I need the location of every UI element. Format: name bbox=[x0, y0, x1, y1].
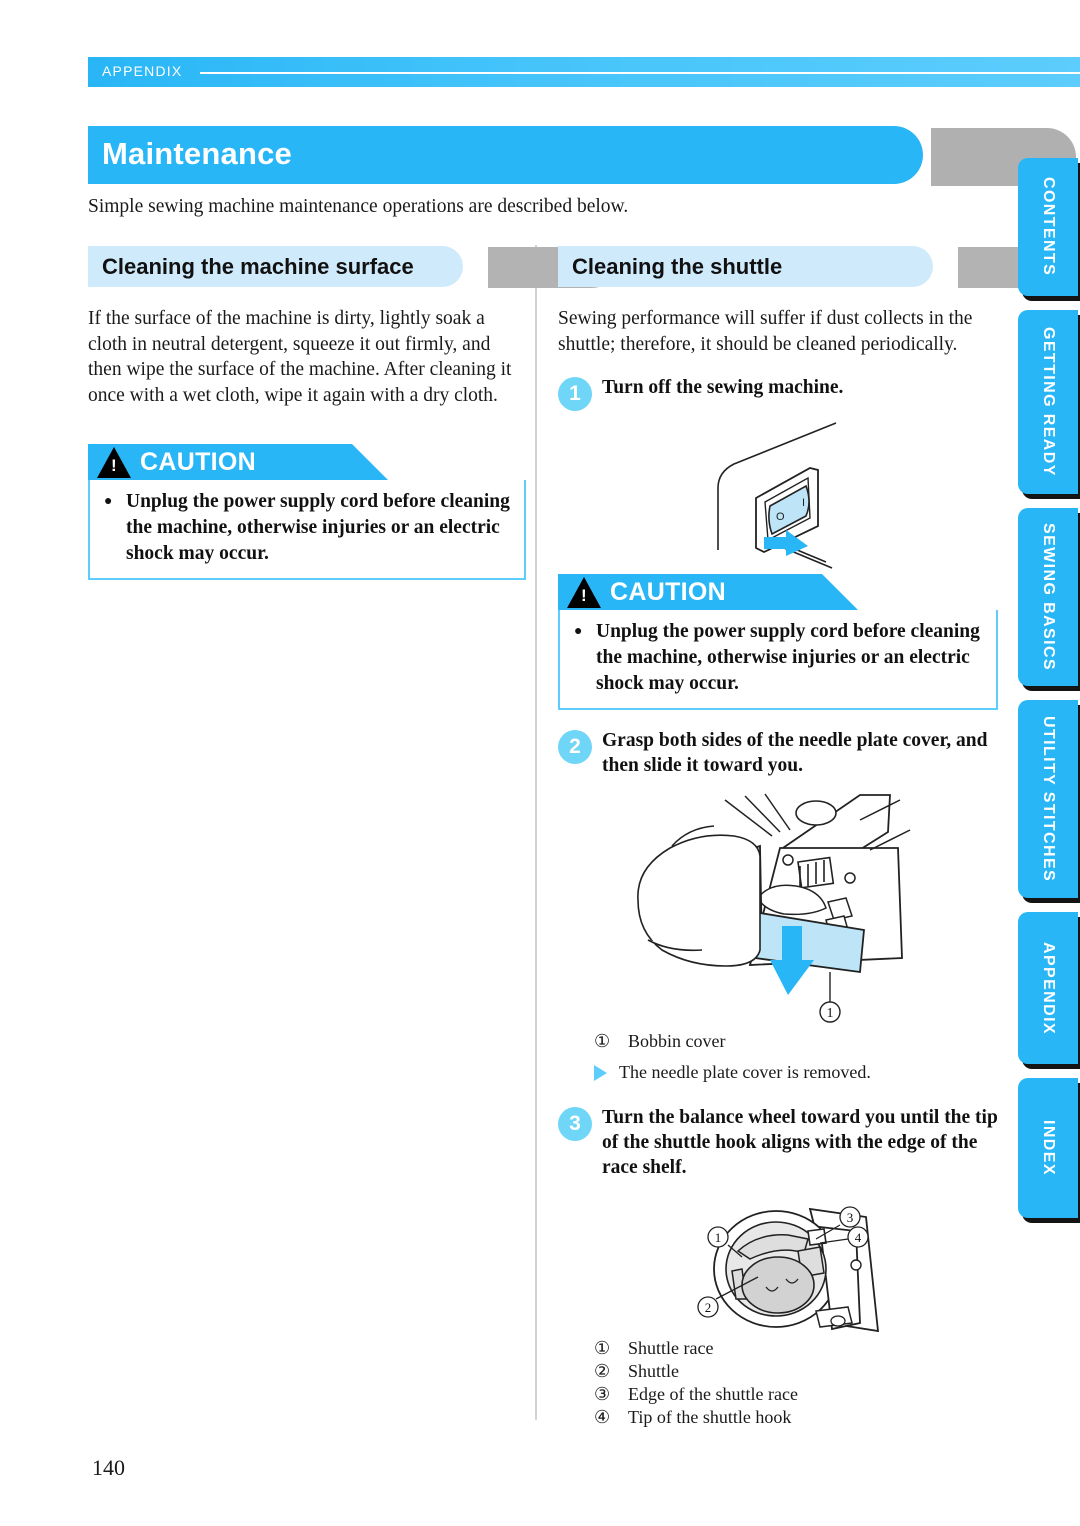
shuttle-race-illustration: 1 2 3 4 bbox=[697, 1206, 880, 1333]
shuttle-callout-list: ① Shuttle race ② Shuttle ③ Edge of the s… bbox=[594, 1337, 994, 1429]
caution-box-right: ! CAUTION Unplug the power supply cord b… bbox=[558, 574, 998, 710]
result-note: The needle plate cover is removed. bbox=[594, 1060, 994, 1084]
side-tab-sewing-basics[interactable]: SEWING BASICS bbox=[1018, 508, 1078, 686]
callout-text: Edge of the shuttle race bbox=[628, 1384, 798, 1404]
side-tab-contents[interactable]: CONTENTS bbox=[1018, 158, 1078, 296]
callout-text: Tip of the shuttle hook bbox=[628, 1407, 792, 1427]
left-column-body: If the surface of the machine is dirty, … bbox=[88, 308, 512, 406]
page-title-banner: Maintenance bbox=[88, 126, 1076, 186]
step-3: 3 Turn the balance wheel toward you unti… bbox=[558, 1105, 998, 1180]
bobbin-cover-illustration: 1 bbox=[637, 793, 911, 1023]
caution-label-left: CAUTION bbox=[140, 448, 256, 476]
caution-box-left: ! CAUTION Unplug the power supply cord b… bbox=[88, 444, 526, 580]
callout-marker: ① bbox=[594, 1338, 611, 1358]
right-column-body: Sewing performance will suffer if dust c… bbox=[558, 308, 973, 355]
callout-item: ② Shuttle bbox=[594, 1360, 994, 1383]
side-tab-label: CONTENTS bbox=[1040, 177, 1057, 277]
step-3-number: 3 bbox=[558, 1107, 592, 1141]
caution-body-right: Unplug the power supply cord before clea… bbox=[558, 610, 998, 710]
caution-bullet: Unplug the power supply cord before clea… bbox=[102, 489, 512, 567]
side-tab-label: SEWING BASICS bbox=[1040, 523, 1057, 671]
side-tab-appendix[interactable]: APPENDIX bbox=[1018, 912, 1078, 1064]
side-tab-label: UTILITY STITCHES bbox=[1040, 715, 1057, 883]
caution-bullet: Unplug the power supply cord before clea… bbox=[572, 619, 984, 697]
side-tab-label: GETTING READY bbox=[1040, 327, 1057, 477]
section-header-cleaning-machine-surface: Cleaning the machine surface bbox=[88, 246, 613, 288]
page-title: Maintenance bbox=[102, 136, 292, 171]
side-tab-label: APPENDIX bbox=[1040, 941, 1057, 1035]
header-rule bbox=[200, 72, 1080, 74]
caution-label-right: CAUTION bbox=[610, 578, 726, 606]
intro-text: Simple sewing machine maintenance operat… bbox=[88, 196, 629, 217]
figure-power-switch: O I bbox=[640, 420, 960, 575]
step-3-text: Turn the balance wheel toward you until … bbox=[602, 1107, 998, 1178]
warning-exclamation-icon: ! bbox=[581, 586, 587, 605]
side-tab-utility-stitches[interactable]: UTILITY STITCHES bbox=[1018, 700, 1078, 898]
switch-on-mark: I bbox=[802, 497, 805, 509]
callout-item: ① Shuttle race bbox=[594, 1337, 994, 1360]
callout-item: ③ Edge of the shuttle race bbox=[594, 1383, 994, 1406]
step-2-text: Grasp both sides of the needle plate cov… bbox=[602, 730, 988, 776]
side-tab-getting-ready[interactable]: GETTING READY bbox=[1018, 310, 1078, 494]
warning-exclamation-icon: ! bbox=[111, 456, 117, 475]
step-2-number: 2 bbox=[558, 730, 592, 764]
column-divider bbox=[535, 245, 537, 1420]
shuttle-callout-4: 4 bbox=[855, 1230, 862, 1245]
callout-marker: ② bbox=[594, 1361, 611, 1381]
caution-body-left: Unplug the power supply cord before clea… bbox=[88, 480, 526, 580]
switch-off-mark: O bbox=[776, 511, 785, 523]
side-tab-label: INDEX bbox=[1040, 1120, 1057, 1176]
shuttle-callout-1: 1 bbox=[715, 1230, 722, 1245]
callout-marker: ③ bbox=[594, 1384, 611, 1404]
callout-item: ④ Tip of the shuttle hook bbox=[594, 1406, 994, 1429]
figure-shuttle-race: 1 2 3 4 bbox=[680, 1195, 970, 1350]
step-1-number: 1 bbox=[558, 377, 592, 411]
callout-marker: ④ bbox=[594, 1407, 611, 1427]
chapter-label: APPENDIX bbox=[102, 63, 183, 79]
section-title-right: Cleaning the shuttle bbox=[572, 254, 783, 279]
manual-page: APPENDIX Maintenance Simple sewing machi… bbox=[0, 0, 1080, 1526]
section-title-left: Cleaning the machine surface bbox=[102, 254, 414, 279]
callout-text: Shuttle bbox=[628, 1361, 680, 1381]
figure-bobbin-cover: 1 bbox=[630, 790, 990, 1030]
shuttle-callout-2: 2 bbox=[705, 1300, 712, 1315]
result-note-text: The needle plate cover is removed. bbox=[619, 1062, 871, 1082]
bobbin-callout-list: ① Bobbin cover bbox=[594, 1030, 994, 1053]
shuttle-callout-3: 3 bbox=[847, 1210, 854, 1225]
callout-item: ① Bobbin cover bbox=[594, 1030, 994, 1053]
side-tab-index[interactable]: INDEX bbox=[1018, 1078, 1078, 1218]
callout-marker: ① bbox=[594, 1031, 611, 1051]
callout-text: Bobbin cover bbox=[628, 1031, 726, 1051]
running-header: APPENDIX bbox=[88, 57, 1080, 87]
section-header-cleaning-shuttle: Cleaning the shuttle bbox=[558, 246, 1080, 288]
callout-text: Shuttle race bbox=[628, 1338, 714, 1358]
step-1-text: Turn off the sewing machine. bbox=[602, 377, 844, 398]
result-triangle-icon bbox=[594, 1065, 607, 1081]
caution-tab-right: ! CAUTION bbox=[558, 574, 858, 610]
step-2: 2 Grasp both sides of the needle plate c… bbox=[558, 728, 998, 778]
page-number: 140 bbox=[92, 1455, 125, 1480]
power-switch-illustration: O I bbox=[717, 422, 837, 569]
caution-tab-left: ! CAUTION bbox=[88, 444, 388, 480]
bobbin-cover-callout-1: 1 bbox=[827, 1006, 834, 1021]
step-1: 1 Turn off the sewing machine. bbox=[558, 375, 998, 411]
